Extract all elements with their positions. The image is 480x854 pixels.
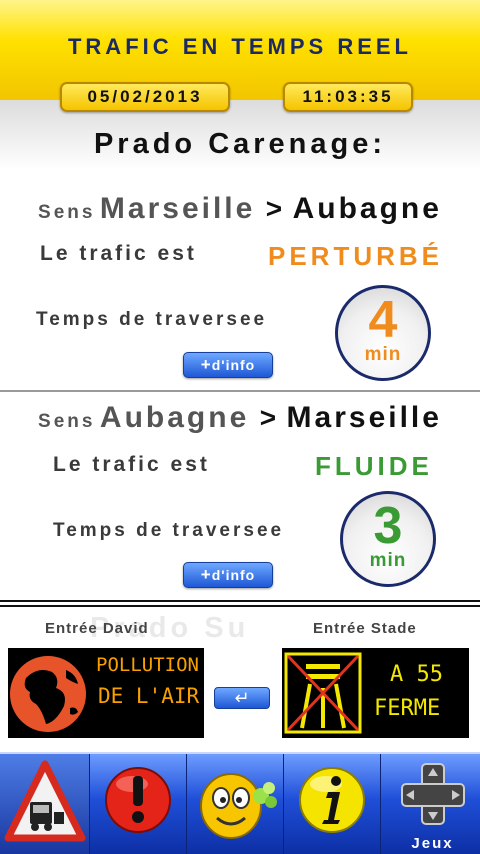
app-title: TRAFIC EN TEMPS REEL (67, 34, 412, 59)
direction-separator: > (265, 193, 283, 224)
destination-city: Aubagne (292, 192, 442, 225)
dpad-icon (401, 763, 465, 825)
more-info-label: d'info (211, 567, 256, 583)
pollution-sign-panel[interactable]: POLLUTION DE L'AIR (8, 648, 204, 738)
games-label: Jeux (411, 835, 454, 852)
panel-line-1: POLLUTION (96, 654, 199, 676)
plus-icon: + (200, 565, 212, 584)
entrance-label-stade: Entrée Stade (313, 620, 417, 637)
station-title: Prado Carenage: (93, 128, 387, 160)
entrance-label-david: Entrée David (45, 620, 149, 637)
destination-city: Marseille (286, 401, 442, 434)
plus-icon: + (200, 355, 212, 374)
crossing-minutes: 4 (368, 291, 398, 349)
more-info-button[interactable]: +d'info (183, 562, 273, 588)
nav-info[interactable] (284, 754, 381, 854)
date-badge: 05/02/2013 (60, 82, 230, 112)
traffic-warning-icon (4, 760, 86, 842)
direction-heading-1: Sens Marseille > Aubagne (0, 192, 480, 232)
section-divider (0, 600, 480, 602)
nav-alerts[interactable] (90, 754, 187, 854)
section-divider (0, 390, 480, 392)
crossing-time-label: Temps de traversee (36, 309, 268, 330)
motorway-closed-icon (284, 652, 362, 734)
panel-line-1: A 55 (390, 662, 443, 687)
more-info-label: d'info (211, 357, 256, 373)
sens-label: Sens (38, 411, 96, 432)
nav-games[interactable]: Jeux (385, 754, 480, 854)
crossing-time-label: Temps de traversee (53, 520, 285, 541)
nav-traffic-warning[interactable] (0, 754, 90, 854)
mascot-icon (200, 773, 277, 839)
crossing-minutes: 3 (373, 497, 403, 555)
traffic-status: PERTURBÉ (268, 241, 444, 271)
time-badge: 11:03:35 (283, 82, 413, 112)
traffic-label: Le trafic est (53, 453, 210, 476)
panel-line-2: FERME (374, 696, 441, 721)
crossing-time-gauge: 3 min (340, 491, 436, 587)
minutes-unit: min (364, 344, 402, 365)
traffic-status: FLUIDE (315, 451, 433, 481)
sens-label: Sens (38, 202, 96, 223)
origin-city: Marseille (99, 192, 256, 225)
crossing-time-gauge: 4 min (335, 285, 431, 381)
enter-icon[interactable]: ↵ (214, 687, 270, 709)
road-closed-sign-panel[interactable]: A 55 FERME (282, 648, 469, 738)
more-info-button[interactable]: +d'info (183, 352, 273, 378)
origin-city: Aubagne (99, 401, 250, 434)
panel-line-2: DE L'AIR (98, 684, 200, 708)
alert-icon (105, 767, 171, 833)
globe-icon (10, 656, 86, 732)
direction-heading-2: Sens Aubagne > Marseille (0, 401, 480, 441)
traffic-label: Le trafic est (40, 242, 197, 265)
info-icon (299, 767, 365, 833)
bottom-nav: Jeux (0, 752, 480, 854)
nav-mascot[interactable] (187, 754, 284, 854)
section-divider (0, 605, 480, 607)
minutes-unit: min (369, 550, 407, 571)
direction-separator: > (259, 402, 277, 433)
